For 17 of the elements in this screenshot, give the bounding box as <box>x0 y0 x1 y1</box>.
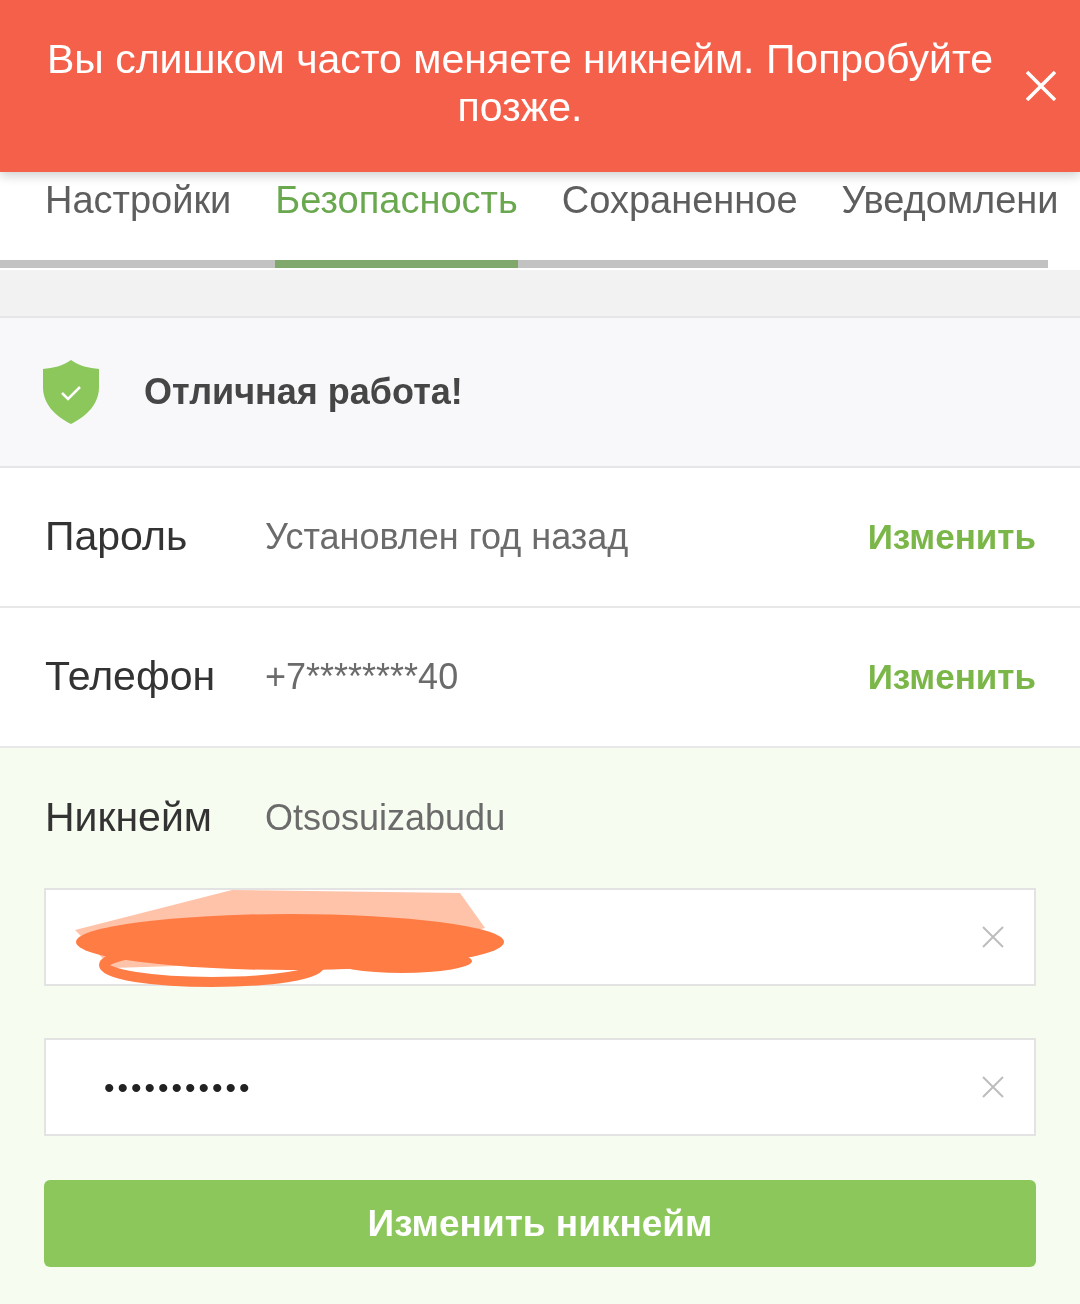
clear-icon[interactable] <box>982 1076 1004 1098</box>
tab[interactable]: Уведомлени <box>841 172 1059 268</box>
row-value: Установлен год назад <box>265 515 630 559</box>
row-label: Пароль <box>45 512 189 562</box>
close-icon[interactable] <box>1026 71 1056 101</box>
tab[interactable]: Сохраненное <box>561 172 798 268</box>
status-message: Отличная работа! <box>144 370 463 414</box>
tab[interactable]: Настройки <box>45 172 232 268</box>
row-label: Телефон <box>45 652 217 702</box>
input-field[interactable] <box>44 888 1036 986</box>
row-value: +7********40 <box>265 655 460 699</box>
nickname-label: Никнейм <box>45 793 213 843</box>
nickname-value: Otsosuizabudu <box>265 796 506 840</box>
shield-check-icon <box>43 360 99 424</box>
input-field[interactable]: ••••••••••• <box>44 1038 1036 1136</box>
clear-icon[interactable] <box>982 926 1004 948</box>
toast-message: Вы слишком часто меняете никнейм. Попробуйте позже. <box>45 35 995 132</box>
